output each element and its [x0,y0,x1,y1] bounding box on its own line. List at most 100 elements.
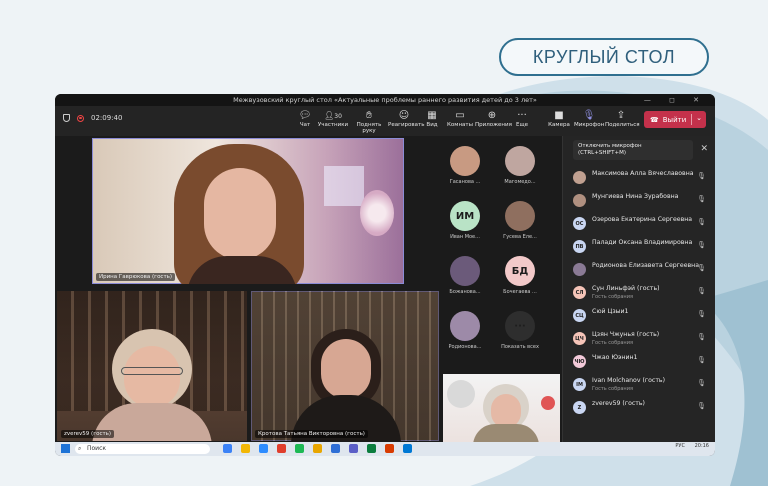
chrome-icon[interactable] [295,444,304,453]
mail-icon[interactable] [259,444,268,453]
mic-muted-icon[interactable]: 🎙︎ [697,241,706,249]
share-button[interactable]: ⇪ Поделиться [605,109,640,135]
leave-label: Выйти [662,115,687,124]
gallery-tile[interactable]: Божанова... [445,256,485,295]
gallery-tile-label: Иван Мое... [450,234,480,240]
people-icon: 👤︎30 [324,111,342,120]
mic-muted-icon[interactable]: 🎙︎ [697,379,706,387]
avatar: Z [573,401,586,414]
participant-row[interactable]: СЛ Сун Линьфэй (гость) Гость собрания 🎙︎ [563,281,715,304]
gallery-tile[interactable]: Гусева Еле... [500,201,540,240]
clock-time: 20:16 [694,443,709,449]
decor-circle [447,380,475,408]
gallery-tile-label: Гасанова ... [449,179,481,185]
view-label: Вид [426,122,438,128]
mic-muted-icon[interactable]: 🎙︎ [697,287,706,295]
gallery-tile[interactable]: БД Бочегаева ... [500,256,540,295]
folder-icon[interactable] [241,444,250,453]
video-tile-bottom-left[interactable]: zverev59 (гость) [57,291,247,441]
participants-button[interactable]: 👤︎30 Участники [317,109,349,135]
participant-name: zverev59 (гость) [592,400,645,407]
participant-row[interactable]: IM Ivan Molchanov (гость) Гость собрания 🎙︎ [563,373,715,396]
meeting-timer: 02:09:40 [91,114,123,122]
participant-role: Гость собрания [592,386,633,392]
close-icon[interactable]: ✕ [700,144,708,154]
taskbar-app-icon[interactable] [223,444,232,453]
teams-icon[interactable] [349,444,358,453]
gallery-tile-label: Гусева Еле... [503,234,537,240]
rooms-button[interactable]: ▭ Комнаты [447,109,473,135]
mic-muted-icon[interactable]: 🎙︎ [697,333,706,341]
orchid-flowers [360,190,394,236]
windows-start-icon[interactable] [61,444,70,453]
search-icon: ⌕ [78,445,82,452]
participant-face [124,346,180,408]
mic-muted-icon[interactable]: 🎙︎ [697,218,706,226]
react-button[interactable]: ☺ Реагировать [388,109,424,135]
more-button[interactable]: ··· Еще [513,109,531,135]
gallery-tile[interactable]: ИМ Иван Мое... [445,201,485,240]
meeting-toolbar: 02:09:40 💬︎ Чат 👤︎30 Участники ✋︎ Поднять р… [55,106,715,136]
participant-name: Цзян Чжунья (гость) [592,331,660,338]
app-orange-icon[interactable] [313,444,322,453]
camera-icon: ■ [554,110,564,121]
mic-muted-icon[interactable]: 🎙︎ [697,310,706,318]
teams-window: Межвузовский круглый стол «Актуальные пр… [55,94,715,456]
participant-row[interactable]: Мунгиева Нина Зурабовна 🎙︎ [563,189,715,212]
avatar: ЦЧ [573,332,586,345]
participant-row[interactable]: ПВ Палади Оксана Владимировна 🎙︎ [563,235,715,258]
word-icon[interactable] [331,444,340,453]
window-controls[interactable]: — ◻ ✕ [644,94,707,106]
rooms-label: Комнаты [447,122,473,128]
avatar [573,263,586,276]
rooms-icon: ▭ [455,110,465,121]
gallery-tile[interactable]: Магомедо... [500,146,540,185]
avatar: БД [505,256,535,286]
mic-muted-icon[interactable]: 🎙︎ [697,172,706,180]
taskbar-search-input[interactable]: ⌕ Поиск [75,444,210,454]
video-tile-main[interactable]: Ирина Гаврюкова (гость) [92,138,404,284]
tile-name-main: Ирина Гаврюкова (гость) [96,273,176,281]
video-tile-bottom-mid[interactable]: Кротова Татьяна Викторовна (гость) [251,291,439,441]
mic-button[interactable]: 🎙︎ Микрофон [574,109,604,135]
avatar [450,256,480,286]
participant-row[interactable]: Родионова Елизавета Сергеевна 🎙︎ [563,258,715,281]
self-view-tile[interactable] [443,374,560,442]
language-indicator: РУС [675,443,685,449]
more-icon: ··· [517,110,527,121]
video-stage: Ирина Гаврюкова (гость) zverev59 (гость)… [55,136,562,442]
camera-button[interactable]: ■ Камера [547,109,571,135]
chat-label: Чат [299,122,311,128]
gallery-tile-label: Божанова... [449,289,481,295]
system-tray[interactable]: РУС 20:16 [675,443,709,449]
mic-muted-icon[interactable]: 🎙︎ [697,402,706,410]
participant-row[interactable]: Zzverev59 (гость) 🎙︎ [563,396,715,419]
leave-button[interactable]: ☎︎ Выйти ⌄ [644,111,706,128]
excel-icon[interactable] [367,444,376,453]
mic-muted-icon[interactable]: 🎙︎ [697,264,706,272]
chevron-down-icon[interactable]: ⌄ [696,114,702,122]
participant-row[interactable]: Максимова Алла Вячеславовна 🎙︎ [563,166,715,189]
mic-muted-icon[interactable]: 🎙︎ [697,195,706,203]
gallery-tile[interactable]: Родионова... [445,311,485,350]
participant-row[interactable]: ЧЮ Чжао Юэнин1 🎙︎ [563,350,715,373]
yandex-icon[interactable] [277,444,286,453]
recording-icon [77,114,84,122]
raise-hand-button[interactable]: ✋︎ Поднять руку [350,109,388,135]
view-button[interactable]: ▦ Вид [423,109,441,135]
edge-icon[interactable] [403,444,412,453]
tile-name-bottom-left: zverev59 (гость) [61,430,115,438]
participant-row[interactable]: ЦЧ Цзян Чжунья (гость) Гость собрания 🎙︎ [563,327,715,350]
participant-row[interactable]: ОС Озерова Екатерина Сергеевна 🎙︎ [563,212,715,235]
self-face [491,394,521,428]
mic-muted-icon[interactable]: 🎙︎ [697,356,706,364]
participant-role: Гость собрания [592,340,633,346]
gallery-tile[interactable]: ··· Показать всех [500,311,540,350]
chat-button[interactable]: 💬︎ Чат [295,109,315,135]
participant-row[interactable]: СЦ Сюй Цзыи1 🎙︎ [563,304,715,327]
gallery-tile[interactable]: Гасанова ... [445,146,485,185]
share-icon: ⇪ [616,110,626,121]
powerpoint-icon[interactable] [385,444,394,453]
participant-name: Максимова Алла Вячеславовна [592,170,694,177]
apps-button[interactable]: ⊕ Приложения [475,109,512,135]
